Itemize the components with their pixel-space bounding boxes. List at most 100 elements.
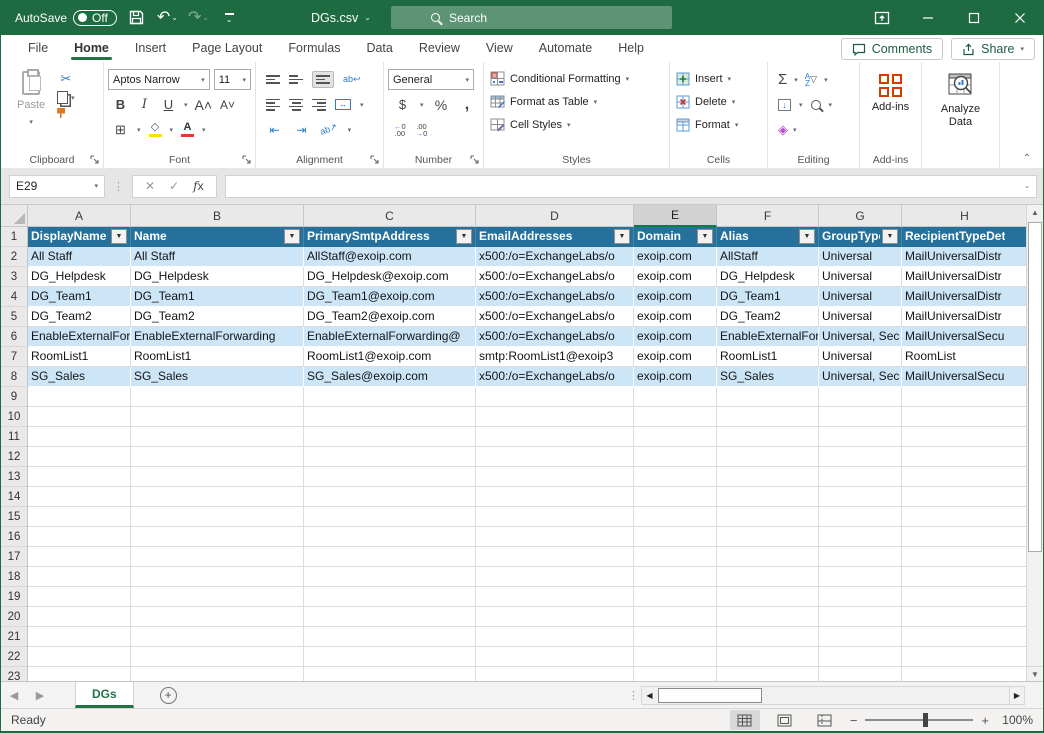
row-header-14[interactable]: 14 bbox=[1, 487, 28, 507]
row-header-5[interactable]: 5 bbox=[1, 307, 28, 327]
empty-cell[interactable] bbox=[304, 387, 476, 407]
table-header-cell[interactable]: DisplayName▼ bbox=[28, 227, 131, 247]
empty-cell[interactable] bbox=[476, 387, 634, 407]
data-cell[interactable]: exoip.com bbox=[634, 267, 717, 287]
empty-cell[interactable] bbox=[476, 487, 634, 507]
row-header-17[interactable]: 17 bbox=[1, 547, 28, 567]
data-cell[interactable]: MailUniversalDistr bbox=[902, 247, 1028, 267]
data-cell[interactable]: RoomList bbox=[902, 347, 1028, 367]
empty-cell[interactable] bbox=[819, 567, 902, 587]
empty-cell[interactable] bbox=[634, 667, 717, 681]
table-header-cell[interactable]: Domain▼ bbox=[634, 227, 717, 247]
empty-cell[interactable] bbox=[131, 387, 304, 407]
column-header-a[interactable]: A bbox=[28, 205, 131, 227]
empty-cell[interactable] bbox=[717, 407, 819, 427]
delete-cells-button[interactable]: Delete▾ bbox=[674, 90, 763, 113]
data-cell[interactable]: x500:/o=ExchangeLabs/o bbox=[476, 287, 634, 307]
empty-cell[interactable] bbox=[717, 607, 819, 627]
data-cell[interactable]: Universal, Sec bbox=[819, 367, 902, 387]
filter-dropdown-button[interactable]: ▼ bbox=[456, 229, 472, 244]
undo-button[interactable]: ↶⌄ bbox=[157, 6, 178, 30]
comma-style-button[interactable]: , bbox=[459, 96, 476, 114]
empty-cell[interactable] bbox=[717, 527, 819, 547]
empty-cell[interactable] bbox=[902, 527, 1028, 547]
empty-cell[interactable] bbox=[476, 667, 634, 681]
empty-cell[interactable] bbox=[131, 667, 304, 681]
empty-cell[interactable] bbox=[304, 567, 476, 587]
minimize-button[interactable] bbox=[905, 0, 951, 35]
data-cell[interactable]: EnableExternalForwarding@ bbox=[304, 327, 476, 347]
table-header-cell[interactable]: EmailAddresses▼ bbox=[476, 227, 634, 247]
comments-button[interactable]: Comments bbox=[841, 38, 943, 60]
data-cell[interactable]: EnableExternalForwarding bbox=[131, 327, 304, 347]
empty-cell[interactable] bbox=[131, 507, 304, 527]
empty-cell[interactable] bbox=[902, 627, 1028, 647]
decrease-decimal-button[interactable]: .00→0 bbox=[416, 123, 428, 137]
bold-button[interactable]: B bbox=[112, 97, 129, 112]
filter-dropdown-button[interactable]: ▼ bbox=[111, 229, 127, 244]
horizontal-scrollbar[interactable]: ◀ ▶ bbox=[641, 686, 1025, 705]
empty-cell[interactable] bbox=[476, 607, 634, 627]
empty-cell[interactable] bbox=[717, 667, 819, 681]
empty-cell[interactable] bbox=[131, 527, 304, 547]
zoom-percentage[interactable]: 100% bbox=[999, 713, 1033, 727]
horizontal-scroll-thumb[interactable] bbox=[658, 688, 762, 703]
empty-cell[interactable] bbox=[304, 507, 476, 527]
data-cell[interactable]: DG_Helpdesk bbox=[717, 267, 819, 287]
empty-cell[interactable] bbox=[476, 547, 634, 567]
center-button[interactable] bbox=[289, 99, 303, 111]
empty-cell[interactable] bbox=[476, 427, 634, 447]
save-button[interactable] bbox=[127, 6, 147, 30]
tab-data[interactable]: Data bbox=[353, 37, 405, 60]
data-cell[interactable]: exoip.com bbox=[634, 247, 717, 267]
empty-cell[interactable] bbox=[476, 507, 634, 527]
filter-dropdown-button[interactable]: ▼ bbox=[697, 229, 713, 244]
page-layout-view-button[interactable] bbox=[770, 710, 800, 730]
row-header-21[interactable]: 21 bbox=[1, 627, 28, 647]
zoom-slider[interactable] bbox=[865, 719, 973, 721]
data-cell[interactable]: DG_Team2 bbox=[131, 307, 304, 327]
row-header-1[interactable]: 1 bbox=[1, 227, 28, 247]
tab-review[interactable]: Review bbox=[406, 37, 473, 60]
fill-button[interactable]: ↓ bbox=[778, 99, 791, 111]
data-cell[interactable]: DG_Team1 bbox=[28, 287, 131, 307]
empty-cell[interactable] bbox=[131, 407, 304, 427]
empty-cell[interactable] bbox=[28, 407, 131, 427]
close-button[interactable] bbox=[997, 0, 1043, 35]
paste-dropdown-chevron[interactable]: ▾ bbox=[29, 116, 33, 129]
empty-cell[interactable] bbox=[28, 667, 131, 681]
vertical-scrollbar[interactable]: ▲ ▼ bbox=[1026, 205, 1043, 681]
empty-cell[interactable] bbox=[902, 467, 1028, 487]
empty-cell[interactable] bbox=[634, 507, 717, 527]
empty-cell[interactable] bbox=[476, 567, 634, 587]
data-cell[interactable]: exoip.com bbox=[634, 367, 717, 387]
row-header-2[interactable]: 2 bbox=[1, 247, 28, 267]
data-cell[interactable]: exoip.com bbox=[634, 287, 717, 307]
row-header-8[interactable]: 8 bbox=[1, 367, 28, 387]
data-cell[interactable]: SG_Sales bbox=[131, 367, 304, 387]
scroll-right-arrow[interactable]: ▶ bbox=[1009, 687, 1024, 704]
data-cell[interactable]: RoomList1 bbox=[131, 347, 304, 367]
empty-cell[interactable] bbox=[634, 387, 717, 407]
row-header-3[interactable]: 3 bbox=[1, 267, 28, 287]
empty-cell[interactable] bbox=[902, 387, 1028, 407]
empty-cell[interactable] bbox=[28, 627, 131, 647]
row-header-7[interactable]: 7 bbox=[1, 347, 28, 367]
empty-cell[interactable] bbox=[634, 567, 717, 587]
row-header-23[interactable]: 23 bbox=[1, 667, 28, 681]
document-title[interactable]: DGs.csv ⌄ bbox=[311, 11, 371, 25]
bottom-align-button[interactable] bbox=[312, 71, 334, 88]
data-cell[interactable]: Universal bbox=[819, 287, 902, 307]
data-cell[interactable]: AllStaff bbox=[717, 247, 819, 267]
row-header-18[interactable]: 18 bbox=[1, 567, 28, 587]
decrease-indent-button[interactable]: ⇤ bbox=[266, 123, 283, 137]
empty-cell[interactable] bbox=[28, 487, 131, 507]
empty-cell[interactable] bbox=[717, 447, 819, 467]
data-cell[interactable]: MailUniversalDistr bbox=[902, 287, 1028, 307]
cut-icon[interactable]: ✂ bbox=[57, 71, 75, 87]
data-cell[interactable]: MailUniversalDistr bbox=[902, 267, 1028, 287]
empty-cell[interactable] bbox=[634, 447, 717, 467]
data-cell[interactable]: DG_Team2 bbox=[717, 307, 819, 327]
empty-cell[interactable] bbox=[819, 647, 902, 667]
empty-cell[interactable] bbox=[131, 587, 304, 607]
